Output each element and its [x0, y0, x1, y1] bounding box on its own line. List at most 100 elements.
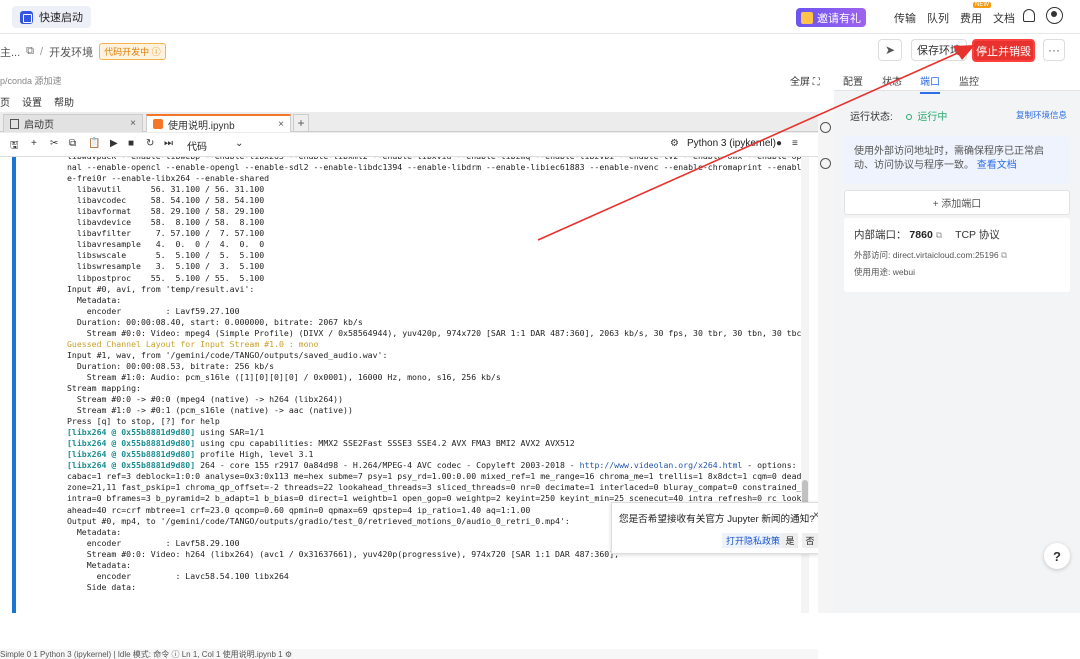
output-text-span: libwavpack --enable-libwebp --enable-lib… [67, 157, 806, 161]
nav-transfer[interactable]: 传输 [894, 10, 916, 26]
stop-icon[interactable]: ■ [128, 138, 134, 149]
env-name: 开发环境 [49, 46, 94, 59]
output-line: libavdevice 58. 8.100 / 58. 8.100 [67, 217, 785, 228]
copy-icon[interactable]: ⧉ [69, 138, 76, 149]
output-line: libpostproc 55. 5.100 / 55. 5.100 [67, 273, 785, 284]
output-line: libavresample 4. 0. 0 / 4. 0. 0 [67, 239, 785, 250]
output-text-span: Input #0, avi, from 'temp/result.avi': [67, 283, 255, 294]
output-text-span: Output #0, mp4, to '/gemini/code/TANGO/o… [67, 515, 570, 526]
output-line: Guessed Channel Layout for Input Stream … [67, 339, 785, 350]
yes-button[interactable]: 是 [782, 533, 798, 548]
output-text-span: libavresample 4. 0. 0 / 4. 0. 0 [67, 239, 265, 250]
copy-icon[interactable]: ⧉ [26, 45, 34, 58]
chevron-down-icon[interactable]: ⌄ [235, 138, 243, 149]
nav-billing[interactable]: 费用 [960, 10, 982, 26]
kernel-name[interactable]: Python 3 (ipykernel) [687, 138, 776, 149]
gear-icon[interactable]: ⚙ [670, 138, 679, 149]
external-value[interactable]: direct.virtaicloud.com:25196 [893, 250, 999, 260]
tab-monitor[interactable]: 监控 [959, 73, 979, 88]
cut-icon[interactable]: ✂ [50, 138, 58, 149]
run-status: 运行状态: 运行中 [850, 108, 947, 123]
tab-ports[interactable]: 端口 [920, 73, 940, 94]
output-text-span: cabac=1 ref=3 deblock=1:0:0 analyse=0x3:… [67, 471, 802, 482]
fullscreen-button[interactable]: 全屏 ⛶ [790, 73, 820, 88]
menu-page[interactable]: 页 [0, 94, 10, 110]
avatar-icon[interactable] [1046, 7, 1063, 24]
help-button[interactable]: ? [1044, 543, 1070, 569]
quick-start-button[interactable]: 快速启动 [12, 6, 91, 28]
output-text-span: Stream #0:0: Video: mpeg4 (Simple Profil… [67, 327, 802, 338]
kernel-status-icon: ● [776, 138, 783, 149]
output-line: [libx264 @ 0x55b8881d9d80] profile High,… [67, 449, 785, 460]
menu-help[interactable]: 帮助 [54, 94, 74, 110]
output-line: libavformat 58. 29.100 / 58. 29.100 [67, 206, 785, 217]
output-text-span: libavcodec 58. 54.100 / 58. 54.100 [67, 195, 265, 206]
nav-docs[interactable]: 文档 [993, 10, 1015, 26]
output-line: cabac=1 ref=3 deblock=1:0:0 analyse=0x3:… [67, 471, 801, 482]
output-text-span: encoder : Lavf58.29.100 [67, 537, 240, 548]
output-text-span: profile High, level 3.1 [195, 449, 314, 460]
property-inspector-icon[interactable] [820, 122, 831, 133]
output-line: zone=21,11 fast_pskip=1 chroma_qp_offset… [67, 482, 801, 493]
view-docs-link[interactable]: 查看文档 [977, 160, 1017, 171]
send-icon[interactable]: ➤ [878, 39, 902, 61]
privacy-policy-button[interactable]: 打开隐私政策 [722, 533, 785, 548]
output-text-span: Stream #0:0: Video: h264 (libx264) (avc1… [67, 548, 620, 559]
output-line: Metadata: [67, 295, 785, 306]
output-line: Stream #0:0: Video: mpeg4 (Simple Profil… [67, 328, 802, 339]
output-text-span: libavformat 58. 29.100 / 58. 29.100 [67, 206, 265, 217]
tab-config[interactable]: 配置 [843, 73, 863, 88]
editor-area: p/conda 源加速 全屏 ⛶ 页 设置 帮助 启动页 × 使用说明.ipyn… [0, 66, 834, 659]
output-link[interactable]: http://www.videolan.org/x264.html [580, 460, 743, 470]
add-tab-button[interactable]: + [293, 114, 309, 132]
tab-status[interactable]: 状态 [882, 73, 902, 88]
save-env-button[interactable]: 保存环境 [911, 39, 967, 61]
quick-start-label: 快速启动 [39, 12, 83, 24]
tab-notebook[interactable]: 使用说明.ipynb × [146, 114, 291, 132]
port-card: 内部端口： 7860 ⧉ TCP 协议 外部访问: direct.virtaic… [844, 218, 1070, 292]
run-icon[interactable]: ▶ [110, 138, 118, 149]
debugger-icon[interactable] [820, 158, 831, 169]
cell-type-select[interactable]: 代码 [187, 138, 207, 153]
paste-icon[interactable]: 📋 [88, 138, 100, 149]
notebook-toolbar: 🖫 + ✂ ⧉ 📋 ▶ ■ ↻ ⏭ 代码 ⌄ ⚙ Python 3 (ipyke… [0, 133, 818, 157]
invite-button[interactable]: 邀请有礼 [796, 8, 866, 27]
output-line: encoder : Lavc58.54.100 libx264 [67, 571, 785, 582]
port-main-row: 内部端口： 7860 ⧉ TCP 协议 [854, 227, 1000, 242]
gift-icon [801, 11, 813, 24]
output-text-span: Metadata: [67, 559, 132, 570]
protocol: TCP 协议 [955, 229, 1000, 241]
breadcrumb-prev[interactable]: 主... [0, 44, 20, 60]
save-icon[interactable]: 🖫 [10, 138, 19, 155]
no-button[interactable]: 否 [802, 533, 818, 548]
menu-settings[interactable]: 设置 [22, 94, 42, 110]
cell-collapser[interactable] [12, 157, 16, 613]
menu-icon[interactable]: ≡ [792, 138, 798, 149]
more-button[interactable]: ··· [1043, 39, 1065, 61]
conda-hint[interactable]: p/conda 源加速 [0, 74, 62, 87]
nav-queue[interactable]: 队列 [927, 10, 949, 26]
output-text-span: libswscale 5. 5.100 / 5. 5.100 [67, 250, 265, 261]
close-icon[interactable]: × [130, 118, 136, 129]
bell-icon[interactable] [1023, 9, 1035, 22]
copy-env-info-link[interactable]: 复制环境信息 [1016, 109, 1067, 121]
fast-forward-icon[interactable]: ⏭ [164, 138, 173, 149]
output-line: libswscale 5. 5.100 / 5. 5.100 [67, 250, 785, 261]
output-text-span: Duration: 00:00:08.53, bitrate: 256 kb/s [67, 360, 275, 371]
add-port-button[interactable]: + 添加端口 [844, 190, 1070, 215]
close-icon[interactable]: × [278, 119, 284, 130]
output-line: Press [q] to stop, [?] for help [67, 416, 785, 427]
output-text-span: libavfilter 7. 57.100 / 7. 57.100 [67, 228, 265, 239]
output-line: [libx264 @ 0x55b8881d9d80] 264 - core 15… [67, 460, 797, 471]
restart-icon[interactable]: ↻ [146, 138, 154, 149]
copy-icon[interactable]: ⧉ [936, 230, 942, 240]
output-line: libavfilter 7. 57.100 / 7. 57.100 [67, 228, 785, 239]
tab-launcher[interactable]: 启动页 × [3, 114, 143, 132]
right-sidebar-icons [818, 112, 834, 613]
output-text-span: Stream #1:0 -> #0:1 (pcm_s16le (native) … [67, 405, 353, 416]
add-cell-icon[interactable]: + [31, 138, 37, 149]
output-text-span: - options: [742, 460, 797, 471]
output-line: libavcodec 58. 54.100 / 58. 54.100 [67, 195, 785, 206]
stop-destroy-button[interactable]: 停止并销毁 [972, 39, 1035, 62]
copy-icon[interactable]: ⧉ [1001, 250, 1007, 260]
